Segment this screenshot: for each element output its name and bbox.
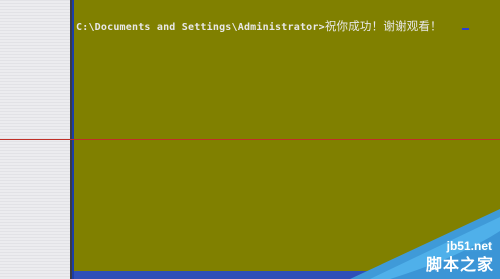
site-watermark: jb51.net 脚本之家: [350, 209, 500, 279]
prompt-path: C:\Documents and Settings\Administrator>: [76, 22, 325, 33]
guide-line: [0, 139, 500, 140]
typed-text: 祝你成功！谢谢观看！: [324, 19, 442, 33]
console-line: C:\Documents and Settings\Administrator>…: [76, 18, 442, 34]
watermark-name-text: 脚本之家: [425, 255, 494, 274]
text-cursor: [462, 28, 469, 30]
